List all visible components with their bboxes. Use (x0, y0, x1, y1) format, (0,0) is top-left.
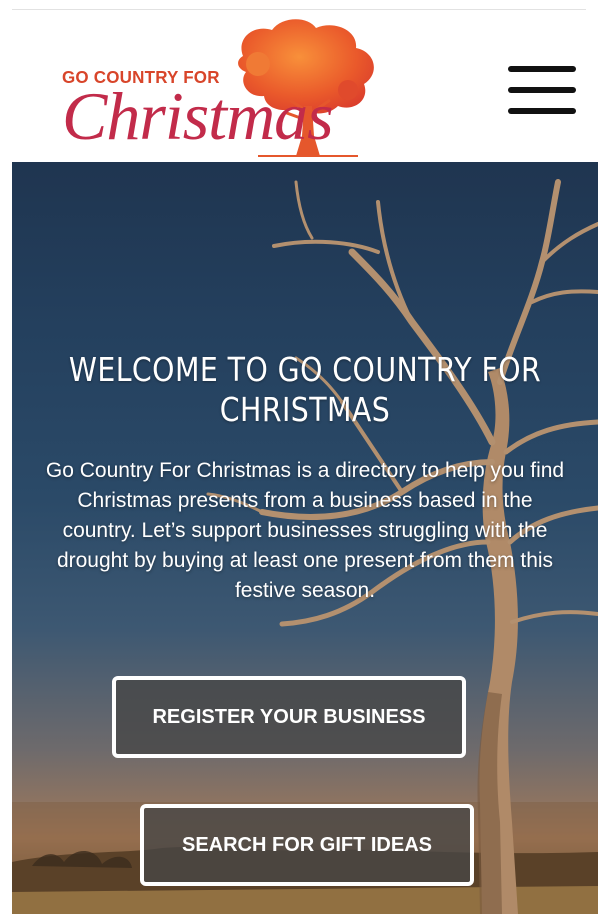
site-logo[interactable]: GO COUNTRY FOR Christmas (58, 16, 398, 164)
menu-bar (508, 66, 576, 72)
menu-bar (508, 87, 576, 93)
site-header: GO COUNTRY FOR Christmas (12, 10, 598, 162)
hero-description: Go Country For Christmas is a directory … (45, 459, 565, 602)
register-business-button[interactable]: REGISTER YOUR BUSINESS (112, 676, 466, 758)
logo-script-title: Christmas (62, 78, 334, 154)
hero-section: WELCOME TO GO COUNTRY FOR CHRISTMAS Go C… (12, 162, 598, 914)
page: GO COUNTRY FOR Christmas WELCOME TO GO C… (0, 0, 598, 914)
menu-bar (508, 108, 576, 114)
hero-title: WELCOME TO GO COUNTRY FOR CHRISTMAS (68, 350, 542, 429)
search-gift-ideas-button[interactable]: SEARCH FOR GIFT IDEAS (140, 804, 474, 886)
hero-content: WELCOME TO GO COUNTRY FOR CHRISTMAS Go C… (12, 162, 598, 914)
hamburger-menu-icon[interactable] (508, 64, 576, 116)
